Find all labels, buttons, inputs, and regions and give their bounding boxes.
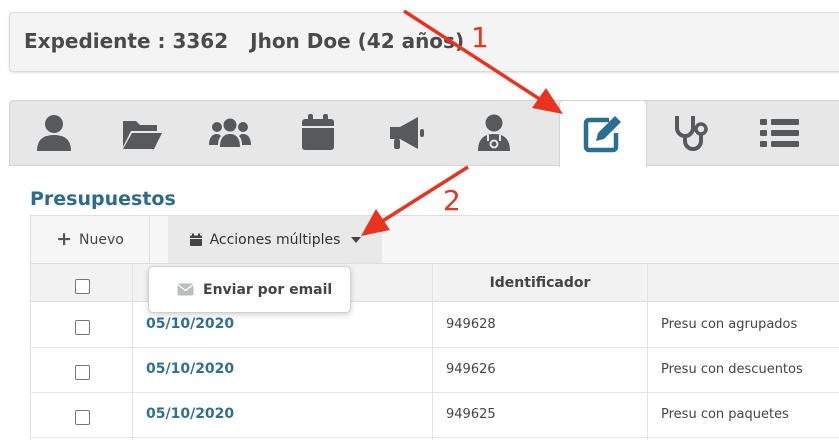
row-description: Presu con agrupados [661, 317, 798, 332]
annotation-number-1: 1 [471, 21, 489, 54]
stethoscope-icon [675, 116, 708, 151]
doctor-icon [478, 114, 510, 151]
tab-budgets[interactable] [559, 100, 647, 167]
chevron-down-icon [351, 236, 362, 243]
tab-professionals[interactable] [450, 101, 538, 165]
new-button-label: Nuevo [79, 231, 124, 248]
multiple-actions-label: Acciones múltiples [209, 231, 341, 248]
patient-name: Jhon Doe (42 años) [250, 29, 465, 53]
row-identifier: 949628 [446, 317, 496, 332]
tab-clinical[interactable] [647, 101, 735, 165]
list-icon [760, 119, 799, 147]
select-all-checkbox[interactable] [75, 279, 90, 294]
tab-campaigns[interactable] [362, 101, 450, 165]
table-row[interactable]: 05/10/2020 949625 Presu con paquetes [31, 393, 839, 438]
row-identifier: 949626 [446, 362, 496, 377]
table-row[interactable]: 05/10/2020 949626 Presu con descuentos [31, 348, 839, 393]
row-description: Presu con descuentos [661, 362, 803, 377]
multiple-actions-button[interactable]: Acciones múltiples [168, 216, 382, 263]
send-email-label: Enviar por email [203, 281, 333, 298]
patient-header: Expediente : 3362 Jhon Doe (42 años) [9, 12, 839, 72]
tab-appointments[interactable] [274, 101, 362, 165]
row-checkbox[interactable] [75, 320, 90, 335]
edit-icon [583, 116, 621, 153]
record-number: Expediente : 3362 [24, 29, 229, 53]
row-date-link[interactable]: 05/10/2020 [146, 406, 234, 422]
row-date-link[interactable]: 05/10/2020 [146, 316, 234, 332]
plus-icon: + [56, 228, 73, 250]
row-checkbox[interactable] [75, 410, 90, 425]
column-header-identifier: Identificador [489, 275, 591, 291]
row-description: Presu con paquetes [661, 407, 789, 422]
toolbar: + Nuevo Acciones múltiples [30, 215, 839, 264]
tab-bar [9, 100, 839, 167]
user-icon [37, 115, 71, 151]
tab-documents[interactable] [98, 101, 186, 165]
calendar-icon [302, 114, 334, 150]
envelope-icon [177, 283, 194, 296]
send-email-menu-item[interactable]: Enviar por email [148, 266, 351, 313]
new-button[interactable]: + Nuevo [31, 216, 150, 263]
tab-profile[interactable] [10, 101, 98, 165]
calendar-icon [189, 233, 202, 246]
patient-header-title: Expediente : 3362 Jhon Doe (42 años) [24, 29, 464, 53]
annotation-number-2: 2 [443, 184, 461, 217]
row-identifier: 949625 [446, 407, 496, 422]
tab-contacts[interactable] [186, 101, 274, 165]
tab-list[interactable] [735, 101, 823, 165]
users-icon [209, 118, 251, 147]
row-date-link[interactable]: 05/10/2020 [146, 361, 234, 377]
row-checkbox[interactable] [75, 365, 90, 380]
megaphone-icon [390, 117, 424, 149]
folder-open-icon [123, 121, 162, 149]
section-title: Presupuestos [30, 188, 176, 210]
